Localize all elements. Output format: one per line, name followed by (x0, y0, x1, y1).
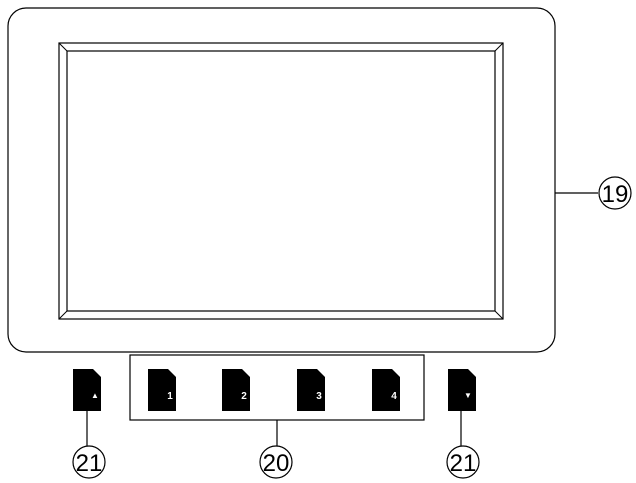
number-button-4[interactable]: 4 (372, 369, 400, 411)
monitor-diagram: 19 ▲ 1 2 3 4 ▼ 21 20 21 (7, 7, 632, 479)
scroll-down-button[interactable]: ▼ (448, 369, 476, 411)
callout-label-monitor: 19 (602, 181, 629, 208)
callout-number-buttons: 20 (259, 420, 293, 479)
up-arrow-icon: ▲ (91, 391, 99, 400)
callout-monitor: 19 (555, 176, 632, 210)
number-button-3-label: 3 (316, 391, 322, 402)
callout-label-scroll-down: 21 (450, 450, 477, 477)
number-button-1[interactable]: 1 (148, 369, 176, 411)
number-button-4-label: 4 (391, 391, 397, 402)
number-button-1-label: 1 (167, 391, 173, 402)
screen-bezel (58, 42, 504, 320)
down-arrow-icon: ▼ (464, 391, 472, 400)
callout-label-scroll-up: 21 (76, 450, 103, 477)
callout-scroll-up: 21 (72, 411, 106, 479)
scroll-up-button[interactable]: ▲ (73, 369, 101, 411)
callout-label-number-buttons: 20 (263, 450, 290, 477)
number-button-2-label: 2 (241, 391, 247, 402)
callout-scroll-down: 21 (446, 411, 480, 479)
number-button-2[interactable]: 2 (222, 369, 250, 411)
number-button-3[interactable]: 3 (297, 369, 325, 411)
